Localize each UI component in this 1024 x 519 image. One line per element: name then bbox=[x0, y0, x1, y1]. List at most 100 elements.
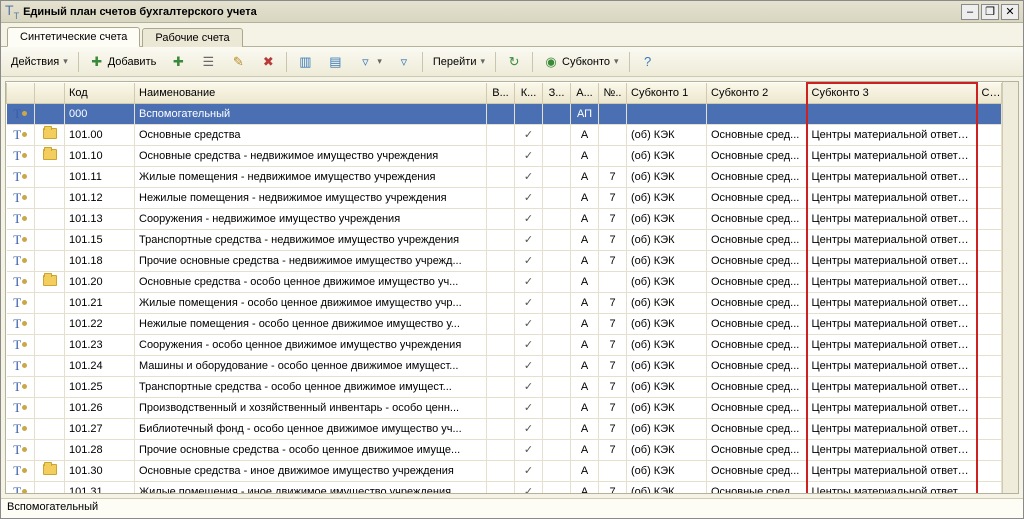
cell-sub2 bbox=[707, 103, 807, 124]
table-row[interactable]: T101.23Сооружения - особо ценное движимо… bbox=[7, 334, 1002, 355]
table-row[interactable]: T101.26Производственный и хозяйственный … bbox=[7, 397, 1002, 418]
help-button[interactable]: ? bbox=[634, 51, 662, 73]
cell-n: 7 bbox=[599, 292, 627, 313]
tab-synthetic[interactable]: Синтетические счета bbox=[7, 27, 140, 47]
cell-code: 101.31 bbox=[65, 481, 135, 493]
table-row[interactable]: T101.10Основные средства - недвижимое им… bbox=[7, 145, 1002, 166]
cell-k bbox=[515, 229, 543, 250]
tab-bar: Синтетические счета Рабочие счета bbox=[1, 23, 1023, 47]
col-name[interactable]: Наименование bbox=[135, 83, 487, 103]
accounts-table[interactable]: Код Наименование В... К... З... А... №..… bbox=[6, 82, 1002, 493]
cell-a: А bbox=[571, 208, 599, 229]
cell-sub2: Основные сред... bbox=[707, 439, 807, 460]
col-k[interactable]: К... bbox=[515, 83, 543, 103]
table-row[interactable]: T101.24Машины и оборудование - особо цен… bbox=[7, 355, 1002, 376]
delete-button[interactable]: ✖ bbox=[254, 51, 282, 73]
col-a[interactable]: А... bbox=[571, 83, 599, 103]
cell-name: Нежилые помещения - недвижимое имущество… bbox=[135, 187, 487, 208]
cell-sub2: Основные сред... bbox=[707, 229, 807, 250]
clear-filter-button[interactable]: ▿ bbox=[390, 51, 418, 73]
folder-plus-icon: ✚ bbox=[170, 54, 186, 70]
cell-sc bbox=[977, 271, 1002, 292]
cell-name: Основные средства - недвижимое имущество… bbox=[135, 145, 487, 166]
cell-n: 7 bbox=[599, 208, 627, 229]
cell-sub1: (об) КЭК bbox=[627, 250, 707, 271]
table-row[interactable]: T101.15Транспортные средства - недвижимо… bbox=[7, 229, 1002, 250]
cell-z bbox=[543, 103, 571, 124]
table-row[interactable]: T000ВспомогательныйАП bbox=[7, 103, 1002, 124]
cell-k bbox=[515, 187, 543, 208]
row-type-icon: T bbox=[7, 208, 35, 229]
col-sc[interactable]: С... bbox=[977, 83, 1002, 103]
cell-n: 7 bbox=[599, 418, 627, 439]
cell-name: Прочие основные средства - недвижимое им… bbox=[135, 250, 487, 271]
tab-working[interactable]: Рабочие счета bbox=[142, 28, 242, 47]
row-type-icon: T bbox=[7, 124, 35, 145]
col-z[interactable]: З... bbox=[543, 83, 571, 103]
cell-k bbox=[515, 439, 543, 460]
cell-z bbox=[543, 376, 571, 397]
table-row[interactable]: T101.11Жилые помещения - недвижимое имущ… bbox=[7, 166, 1002, 187]
maximize-button[interactable]: ❐ bbox=[981, 4, 999, 20]
cell-sub1: (об) КЭК bbox=[627, 208, 707, 229]
cell-z bbox=[543, 460, 571, 481]
row-folder-icon bbox=[35, 271, 65, 292]
col-v[interactable]: В... bbox=[487, 83, 515, 103]
table-row[interactable]: T101.28Прочие основные средства - особо … bbox=[7, 439, 1002, 460]
col-sub3[interactable]: Субконто 3 bbox=[807, 83, 977, 103]
table-row[interactable]: T101.21Жилые помещения - особо ценное дв… bbox=[7, 292, 1002, 313]
cell-z bbox=[543, 145, 571, 166]
cell-a: А bbox=[571, 334, 599, 355]
table-row[interactable]: T101.18Прочие основные средства - недвиж… bbox=[7, 250, 1002, 271]
cell-k bbox=[515, 292, 543, 313]
table-row[interactable]: T101.00Основные средстваА(об) КЭКОсновны… bbox=[7, 124, 1002, 145]
cell-z bbox=[543, 313, 571, 334]
edit-button[interactable]: ✎ bbox=[224, 51, 252, 73]
cell-n bbox=[599, 460, 627, 481]
cell-a: А bbox=[571, 271, 599, 292]
table-row[interactable]: T101.13Сооружения - недвижимое имущество… bbox=[7, 208, 1002, 229]
cell-v bbox=[487, 397, 515, 418]
goto-menu[interactable]: Перейти▾ bbox=[427, 51, 491, 73]
filter-button[interactable]: ▿▾ bbox=[351, 51, 388, 73]
close-button[interactable]: ✕ bbox=[1001, 4, 1019, 20]
actions-menu[interactable]: Действия▾ bbox=[5, 51, 74, 73]
cell-code: 101.25 bbox=[65, 376, 135, 397]
refresh-button[interactable]: ↻ bbox=[500, 51, 528, 73]
minimize-button[interactable]: – bbox=[961, 4, 979, 20]
table-row[interactable]: T101.22Нежилые помещения - особо ценное … bbox=[7, 313, 1002, 334]
hierarchy-button[interactable]: ▥ bbox=[291, 51, 319, 73]
cell-sub1: (об) КЭК bbox=[627, 292, 707, 313]
status-bar: Вспомогательный bbox=[1, 498, 1023, 518]
cell-sub1: (об) КЭК bbox=[627, 460, 707, 481]
vertical-scrollbar[interactable] bbox=[1002, 82, 1018, 493]
cell-sub2: Основные сред... bbox=[707, 355, 807, 376]
copy-button[interactable]: ☰ bbox=[194, 51, 222, 73]
cell-sub2: Основные сред... bbox=[707, 250, 807, 271]
cell-k bbox=[515, 460, 543, 481]
cell-sc bbox=[977, 250, 1002, 271]
cell-code: 101.24 bbox=[65, 355, 135, 376]
add-button[interactable]: ✚Добавить bbox=[83, 51, 163, 73]
cell-v bbox=[487, 292, 515, 313]
cell-sub2: Основные сред... bbox=[707, 418, 807, 439]
table-row[interactable]: T101.20Основные средства - особо ценное … bbox=[7, 271, 1002, 292]
table-row[interactable]: T101.27Библиотечный фонд - особо ценное … bbox=[7, 418, 1002, 439]
col-sub2[interactable]: Субконто 2 bbox=[707, 83, 807, 103]
table-row[interactable]: T101.25Транспортные средства - особо цен… bbox=[7, 376, 1002, 397]
cell-sub2: Основные сред... bbox=[707, 187, 807, 208]
col-code[interactable]: Код bbox=[65, 83, 135, 103]
cell-a: А bbox=[571, 229, 599, 250]
hierarchy-icon: ▥ bbox=[297, 54, 313, 70]
table-row[interactable]: T101.31Жилые помещения - иное движимое и… bbox=[7, 481, 1002, 493]
subconto-button[interactable]: ◉Субконто▾ bbox=[537, 51, 625, 73]
move-button[interactable]: ▤ bbox=[321, 51, 349, 73]
add-folder-button[interactable]: ✚ bbox=[164, 51, 192, 73]
table-row[interactable]: T101.12Нежилые помещения - недвижимое им… bbox=[7, 187, 1002, 208]
table-row[interactable]: T101.30Основные средства - иное движимое… bbox=[7, 460, 1002, 481]
cell-sub2: Основные сред... bbox=[707, 376, 807, 397]
cell-v bbox=[487, 418, 515, 439]
col-n[interactable]: №.. bbox=[599, 83, 627, 103]
row-type-icon: T bbox=[7, 271, 35, 292]
col-sub1[interactable]: Субконто 1 bbox=[627, 83, 707, 103]
